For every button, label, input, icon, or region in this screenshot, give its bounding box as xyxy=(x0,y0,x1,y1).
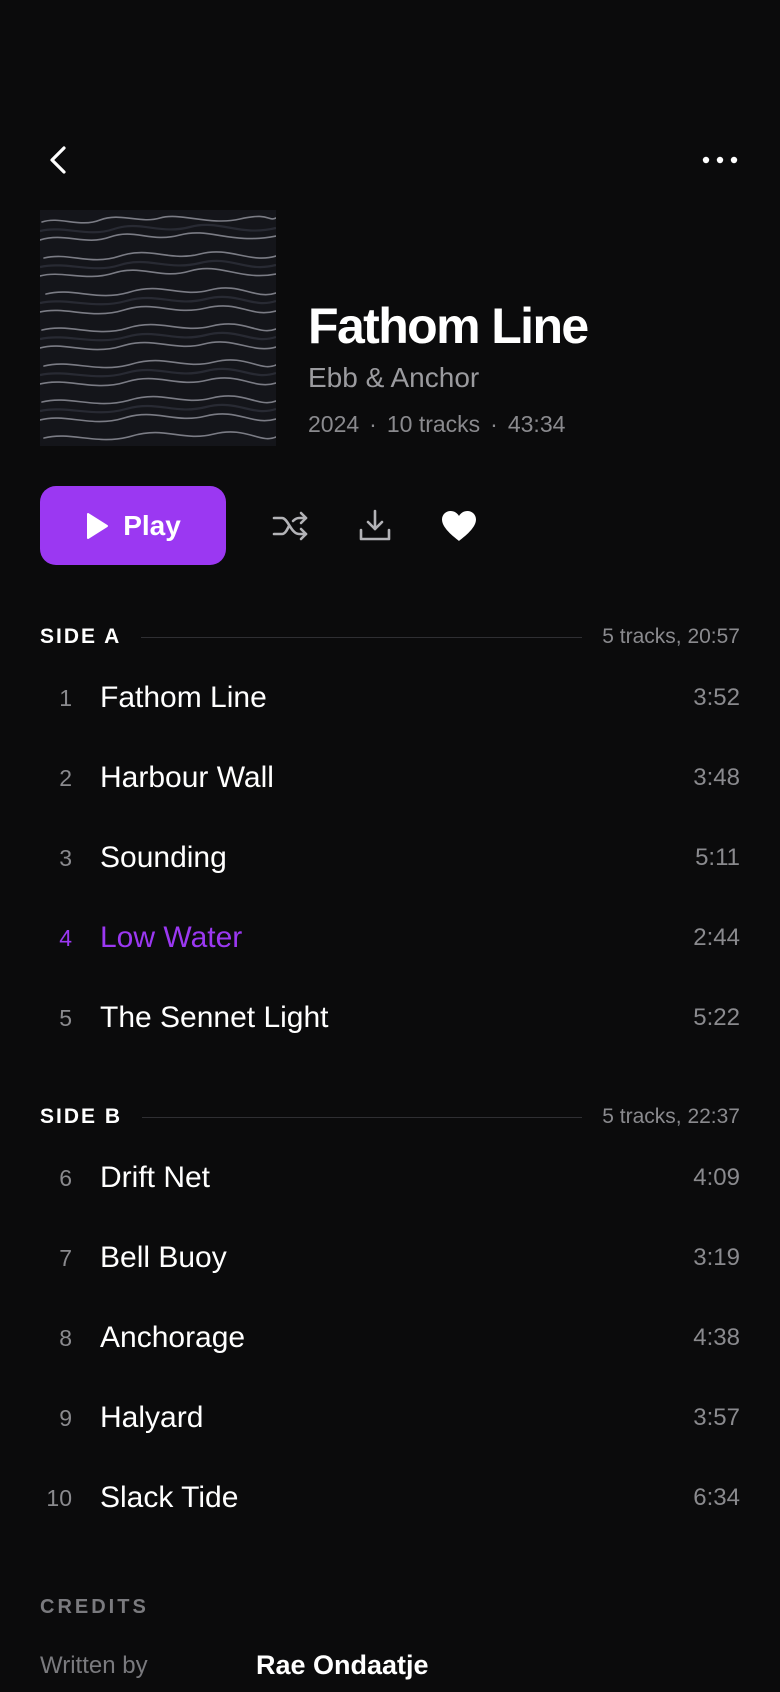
track-title: Anchorage xyxy=(100,1321,246,1354)
track-duration: 4:09 xyxy=(693,1164,740,1191)
track-row[interactable]: 1 Fathom Line 3:52 xyxy=(40,663,740,733)
album-meta: Fathom Line Ebb & Anchor 2024 · 10 tracks ·… xyxy=(308,296,748,440)
heart-icon xyxy=(442,511,476,541)
track-duration: 4:38 xyxy=(693,1324,740,1351)
credit-person[interactable]: Rae Ondaatje xyxy=(256,1650,429,1681)
play-icon xyxy=(87,512,109,539)
track-number: 4 xyxy=(59,925,72,951)
credit-row: Written by Rae Ondaatje xyxy=(40,1650,740,1692)
track-row[interactable]: 3 Sounding 5:11 xyxy=(40,823,740,893)
chevron-left-icon xyxy=(50,146,66,174)
track-row[interactable]: 10 Slack Tide 6:34 xyxy=(40,1463,740,1533)
track-number: 7 xyxy=(59,1245,72,1271)
track-duration: 5:22 xyxy=(693,1004,740,1031)
album-header: Fathom Line Ebb & Anchor 2024 · 10 tracks ·… xyxy=(40,210,740,446)
track-duration: 6:34 xyxy=(693,1484,740,1511)
album-year: 2024 xyxy=(308,411,360,437)
track-duration: 5:11 xyxy=(695,844,740,871)
more-options-button[interactable] xyxy=(696,140,744,180)
track-duration: 3:52 xyxy=(693,684,740,711)
separator-dot: · xyxy=(369,411,377,437)
track-number: 5 xyxy=(59,1005,72,1031)
track-title: Drift Net xyxy=(100,1161,211,1194)
track-title: Low Water xyxy=(100,921,243,954)
track-row[interactable]: 6 Drift Net 4:09 xyxy=(40,1143,740,1213)
divider xyxy=(142,1116,583,1118)
credits-heading: CREDITS xyxy=(40,1596,149,1618)
track-row[interactable]: 5 The Sennet Light 5:22 xyxy=(40,983,740,1053)
track-title: Slack Tide xyxy=(100,1481,239,1514)
download-icon xyxy=(359,509,391,541)
artist-name[interactable]: Ebb & Anchor xyxy=(308,358,748,398)
album-duration: 43:34 xyxy=(507,411,566,437)
album-title: Fathom Line xyxy=(308,298,589,354)
track-title: Bell Buoy xyxy=(100,1241,227,1274)
album-cover xyxy=(40,210,276,446)
side-summary: 5 tracks, 22:37 xyxy=(602,1105,740,1128)
download-button[interactable] xyxy=(352,503,398,549)
shuffle-icon xyxy=(272,511,308,541)
top-bar xyxy=(0,130,780,190)
track-title: Halyard xyxy=(100,1401,204,1434)
track-title: Harbour Wall xyxy=(100,761,274,794)
action-row: Play xyxy=(40,486,740,566)
track-number: 6 xyxy=(59,1165,72,1191)
more-horizontal-icon xyxy=(702,156,738,164)
track-row[interactable]: 8 Anchorage 4:38 xyxy=(40,1303,740,1373)
track-row[interactable]: 7 Bell Buoy 3:19 xyxy=(40,1223,740,1293)
track-duration: 3:48 xyxy=(693,764,740,791)
track-duration: 3:19 xyxy=(693,1244,740,1271)
back-button[interactable] xyxy=(40,140,80,180)
side-summary: 5 tracks, 20:57 xyxy=(602,625,740,648)
play-button[interactable]: Play xyxy=(40,486,226,565)
side-a-header: SIDE A 5 tracks, 20:57 xyxy=(40,622,740,652)
track-number: 10 xyxy=(46,1485,72,1511)
track-row-now-playing[interactable]: 4 Low Water 2:44 xyxy=(40,903,740,973)
track-duration: 2:44 xyxy=(693,924,740,951)
credit-role: Written by xyxy=(40,1652,148,1679)
track-row[interactable]: 2 Harbour Wall 3:48 xyxy=(40,743,740,813)
track-number: 3 xyxy=(59,845,72,871)
side-b-header: SIDE B 5 tracks, 22:37 xyxy=(40,1102,740,1132)
track-row[interactable]: 9 Halyard 3:57 xyxy=(40,1383,740,1453)
divider xyxy=(141,636,583,638)
album-info: 2024 · 10 tracks · 43:34 xyxy=(308,408,748,440)
play-label: Play xyxy=(123,509,181,541)
shuffle-button[interactable] xyxy=(268,503,314,549)
track-number: 1 xyxy=(59,685,72,711)
track-title: The Sennet Light xyxy=(100,1001,329,1034)
album-track-count: 10 tracks xyxy=(386,411,481,437)
separator-dot: · xyxy=(490,411,498,437)
track-number: 8 xyxy=(59,1325,72,1351)
track-number: 2 xyxy=(59,765,72,791)
like-button[interactable] xyxy=(436,503,482,549)
side-label: SIDE A xyxy=(40,625,122,648)
side-label: SIDE B xyxy=(40,1105,123,1128)
track-duration: 3:57 xyxy=(693,1404,740,1431)
track-number: 9 xyxy=(59,1405,72,1431)
track-title: Sounding xyxy=(100,841,227,874)
track-title: Fathom Line xyxy=(100,681,267,714)
